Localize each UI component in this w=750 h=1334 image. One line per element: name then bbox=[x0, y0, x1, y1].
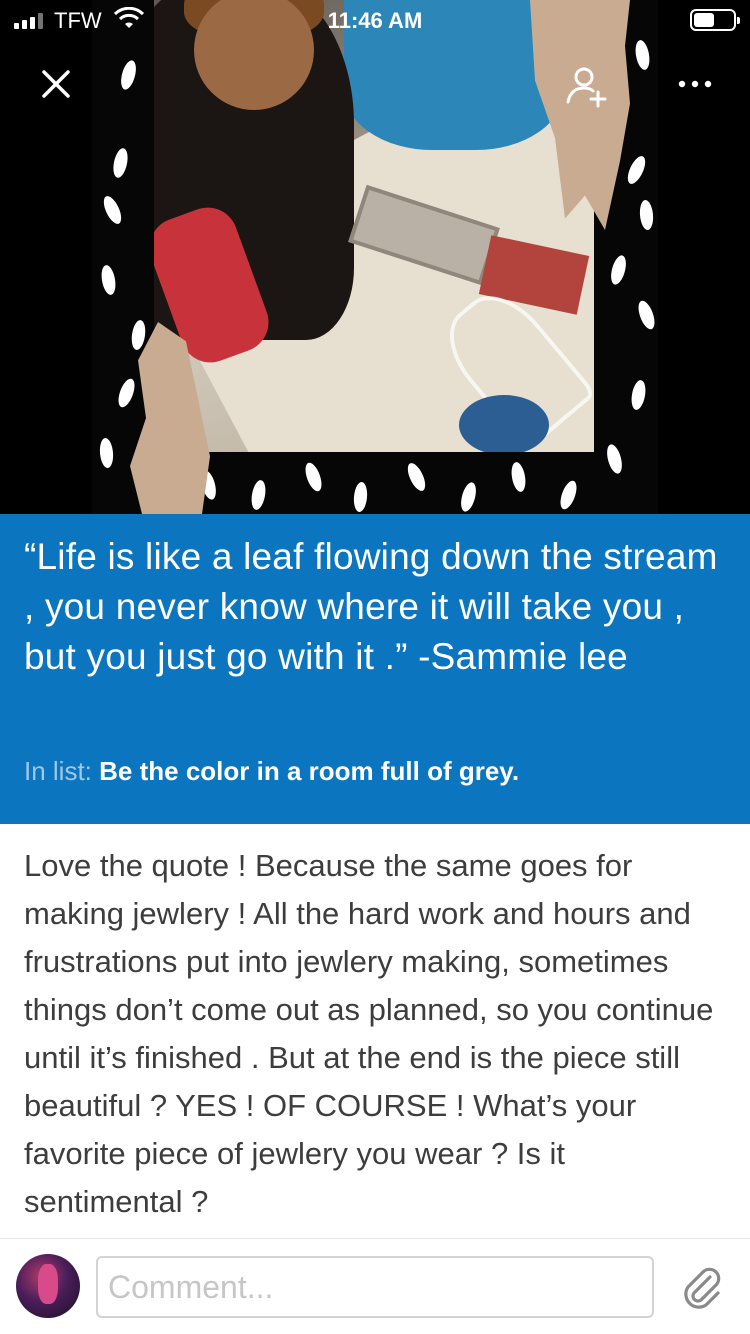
add-user-button[interactable] bbox=[558, 58, 614, 114]
post-body-text: Love the quote ! Because the same goes f… bbox=[24, 848, 714, 1219]
post-media: TFW 11:46 AM bbox=[0, 0, 750, 514]
paperclip-icon bbox=[684, 1267, 721, 1309]
more-icon bbox=[678, 80, 712, 88]
status-bar: TFW 11:46 AM bbox=[0, 0, 750, 40]
avatar[interactable] bbox=[16, 1254, 80, 1318]
status-time: 11:46 AM bbox=[327, 8, 423, 33]
in-list-label: In list: bbox=[24, 756, 92, 786]
comment-composer bbox=[0, 1238, 750, 1334]
in-list-row[interactable]: In list: Be the color in a room full of … bbox=[24, 756, 519, 787]
quote-text: “Life is like a leaf flowing down the st… bbox=[24, 536, 718, 677]
post-photo bbox=[154, 0, 594, 452]
attach-button[interactable] bbox=[672, 1257, 732, 1317]
battery-icon bbox=[690, 9, 740, 31]
list-name-link[interactable]: Be the color in a room full of grey. bbox=[99, 756, 519, 786]
add-user-icon bbox=[566, 67, 607, 108]
quote-card: “Life is like a leaf flowing down the st… bbox=[0, 514, 750, 824]
close-icon bbox=[42, 70, 70, 98]
more-options-button[interactable] bbox=[668, 60, 722, 108]
close-button[interactable] bbox=[30, 58, 82, 110]
comment-input[interactable] bbox=[96, 1256, 654, 1318]
